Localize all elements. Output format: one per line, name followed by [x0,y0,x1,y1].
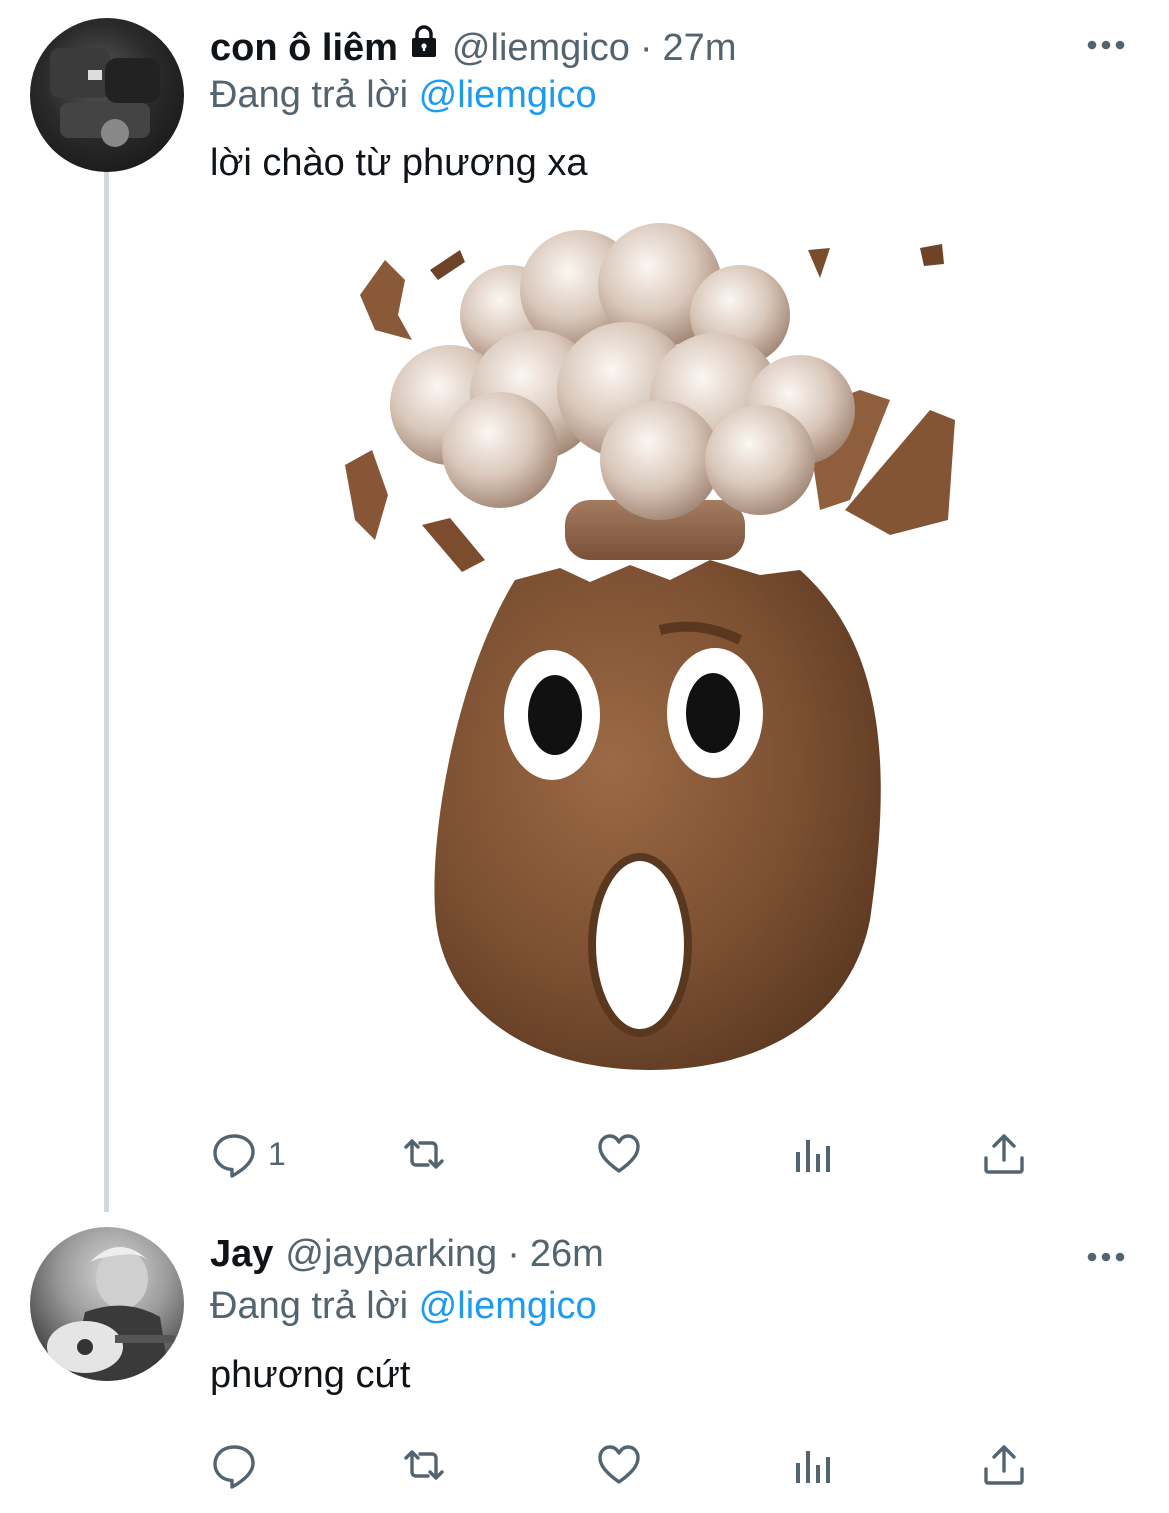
display-name[interactable]: Jay [210,1231,273,1277]
reply-button[interactable] [210,1437,268,1493]
like-button[interactable] [595,1437,643,1493]
avatar[interactable] [30,1227,184,1381]
more-icon[interactable] [1087,1249,1125,1262]
views-button[interactable] [788,1437,836,1493]
avatar[interactable] [30,18,184,172]
lock-icon [406,24,442,60]
like-icon [598,1134,640,1173]
replying-prefix: Đang trả lời [210,74,409,116]
share-icon [984,1445,1024,1485]
tweet-text: lời chào từ phương xa [210,142,588,184]
timestamp[interactable]: 26m [530,1231,604,1277]
reply-count: 1 [268,1135,286,1172]
tweet-media-image[interactable] [330,220,970,1100]
timestamp[interactable]: 27m [663,25,737,71]
replying-to: Đang trả lời @liemgico [210,1283,597,1329]
tweet-text: phương cứt [210,1354,411,1396]
retweet-button[interactable] [400,1126,448,1182]
reply-button[interactable]: 1 [210,1126,286,1182]
retweet-button[interactable] [400,1437,448,1493]
tweet-header: Jay @jayparking · 26m [210,1231,604,1277]
share-button[interactable] [980,1437,1028,1493]
share-button[interactable] [980,1126,1028,1182]
replying-to: Đang trả lời @liemgico [210,72,597,118]
user-handle[interactable]: @liemgico [452,25,630,71]
display-name[interactable]: con ô liêm [210,25,398,71]
user-handle[interactable]: @jayparking [285,1231,497,1277]
replying-mention-link[interactable]: @liemgico [419,74,597,116]
tweet[interactable]: con ô liêm @liemgico · 27m Đang trả lời … [0,0,1169,1215]
like-icon [598,1445,640,1484]
reply-icon [213,1134,255,1178]
replying-prefix: Đang trả lời [210,1285,409,1327]
retweet-icon [404,1450,444,1480]
tweet[interactable]: Jay @jayparking · 26m Đang trả lời @liem… [0,1215,1169,1513]
separator-dot: · [639,27,653,69]
retweet-icon [404,1139,444,1169]
reply-icon [213,1445,255,1489]
tweet-header: con ô liêm @liemgico · 27m [210,24,736,71]
replying-mention-link[interactable]: @liemgico [419,1285,597,1327]
more-icon[interactable] [1087,37,1125,50]
tweet-actions: 1 [210,1126,1040,1182]
views-icon [796,1451,830,1483]
views-button[interactable] [788,1126,836,1182]
views-icon [796,1140,830,1172]
share-icon [984,1134,1024,1174]
like-button[interactable] [595,1126,643,1182]
tweet-actions [210,1437,1040,1493]
separator-dot: · [507,1233,520,1275]
